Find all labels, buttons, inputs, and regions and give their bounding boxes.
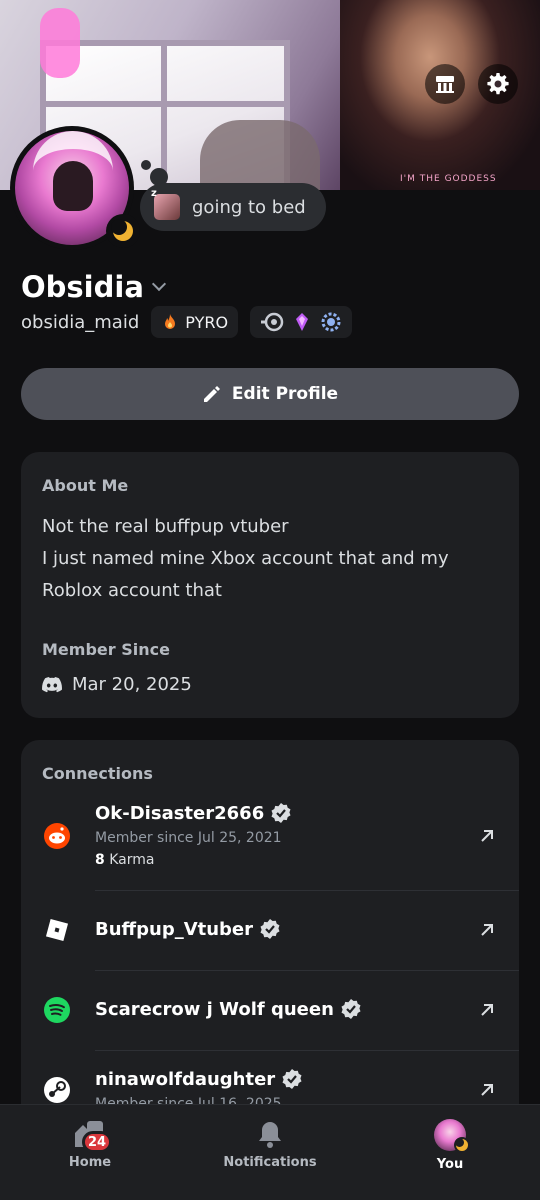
connection-name: Ok-Disaster2666: [95, 802, 265, 824]
karma-value: 8: [95, 852, 105, 868]
connection-name: ninawolfdaughter: [95, 1068, 276, 1090]
username: obsidia_maid: [21, 311, 140, 333]
banner-doll: [40, 8, 80, 78]
spotify-icon: [44, 997, 70, 1023]
shop-button[interactable]: [425, 64, 465, 104]
display-name: Obsidia: [21, 270, 144, 304]
bottom-nav: Home 24 Notifications You: [0, 1104, 540, 1200]
server-tag[interactable]: PYRO: [151, 306, 239, 338]
nav-notifications[interactable]: Notifications: [200, 1119, 340, 1170]
roblox-icon: [45, 918, 69, 942]
connection-karma: 8 Karma: [95, 852, 154, 868]
connection-name: Buffpup_Vtuber: [95, 918, 254, 940]
gear-icon: [487, 73, 509, 95]
quest-badge-icon: [261, 312, 284, 332]
nav-avatar: [434, 1119, 470, 1153]
connection-roblox[interactable]: Buffpup_Vtuber: [21, 890, 519, 970]
member-since-date: Mar 20, 2025: [72, 674, 192, 695]
idle-status-icon: [454, 1137, 470, 1153]
about-line: I just named mine Xbox account that and …: [42, 548, 449, 569]
server-tag-label: PYRO: [185, 312, 229, 332]
idle-status-icon: [106, 214, 140, 248]
home-unread-badge: 24: [82, 1131, 112, 1153]
bell-icon: [259, 1122, 281, 1148]
about-card: About Me Not the real buffpup vtuber I j…: [21, 452, 519, 718]
verified-icon: [260, 919, 280, 939]
banner-chair: [200, 120, 320, 190]
nitro-gem-icon: [296, 313, 309, 331]
settings-button[interactable]: [478, 64, 518, 104]
nav-you-label: You: [436, 1157, 464, 1172]
edit-profile-label: Edit Profile: [231, 384, 339, 404]
status-emoji-icon: [151, 188, 180, 220]
banner-shirt-text: I'M THE GODDESS: [400, 174, 497, 184]
badges[interactable]: [250, 306, 353, 338]
connection-reddit[interactable]: Ok-Disaster2666 Member since Jul 25, 202…: [21, 800, 519, 890]
display-name-button[interactable]: Obsidia: [21, 270, 166, 304]
external-link-icon[interactable]: [477, 826, 497, 846]
laurel-badge-icon: [321, 312, 341, 332]
edit-profile-button[interactable]: Edit Profile: [21, 368, 519, 420]
external-link-icon[interactable]: [477, 1000, 497, 1020]
nav-you[interactable]: You: [380, 1119, 520, 1172]
verified-icon: [341, 999, 361, 1019]
username-row: obsidia_maid PYRO: [21, 306, 353, 338]
member-since-title: Member Since: [42, 640, 170, 659]
avatar[interactable]: [10, 126, 140, 250]
nav-home-label: Home: [68, 1155, 112, 1170]
steam-icon: [44, 1077, 70, 1103]
fire-icon: [165, 314, 176, 329]
nav-notifications-label: Notifications: [223, 1155, 317, 1170]
pencil-icon: [203, 386, 220, 402]
karma-label: Karma: [109, 852, 155, 868]
chevron-down-icon: [151, 276, 166, 292]
verified-icon: [282, 1069, 302, 1089]
external-link-icon[interactable]: [477, 920, 497, 940]
about-title: About Me: [42, 476, 129, 495]
verified-icon: [271, 803, 291, 823]
status-bubble-tail: [141, 160, 151, 170]
connection-name: Scarecrow j Wolf queen: [95, 998, 334, 1020]
external-link-icon[interactable]: [477, 1080, 497, 1100]
reddit-icon: [44, 823, 70, 849]
about-line: Roblox account that: [42, 580, 222, 601]
connection-spotify[interactable]: Scarecrow j Wolf queen: [21, 970, 519, 1050]
connections-title: Connections: [42, 764, 153, 783]
member-since-row: Mar 20, 2025: [42, 674, 192, 695]
connection-member-since: Member since Jul 25, 2021: [95, 830, 282, 846]
shop-icon: [436, 76, 454, 93]
status-text: going to bed: [192, 196, 306, 218]
custom-status[interactable]: going to bed: [140, 183, 326, 231]
discord-icon: [42, 676, 62, 692]
connections-card: Connections Ok-Disaster2666 Member since…: [21, 740, 519, 1140]
about-line: Not the real buffpup vtuber: [42, 516, 289, 537]
